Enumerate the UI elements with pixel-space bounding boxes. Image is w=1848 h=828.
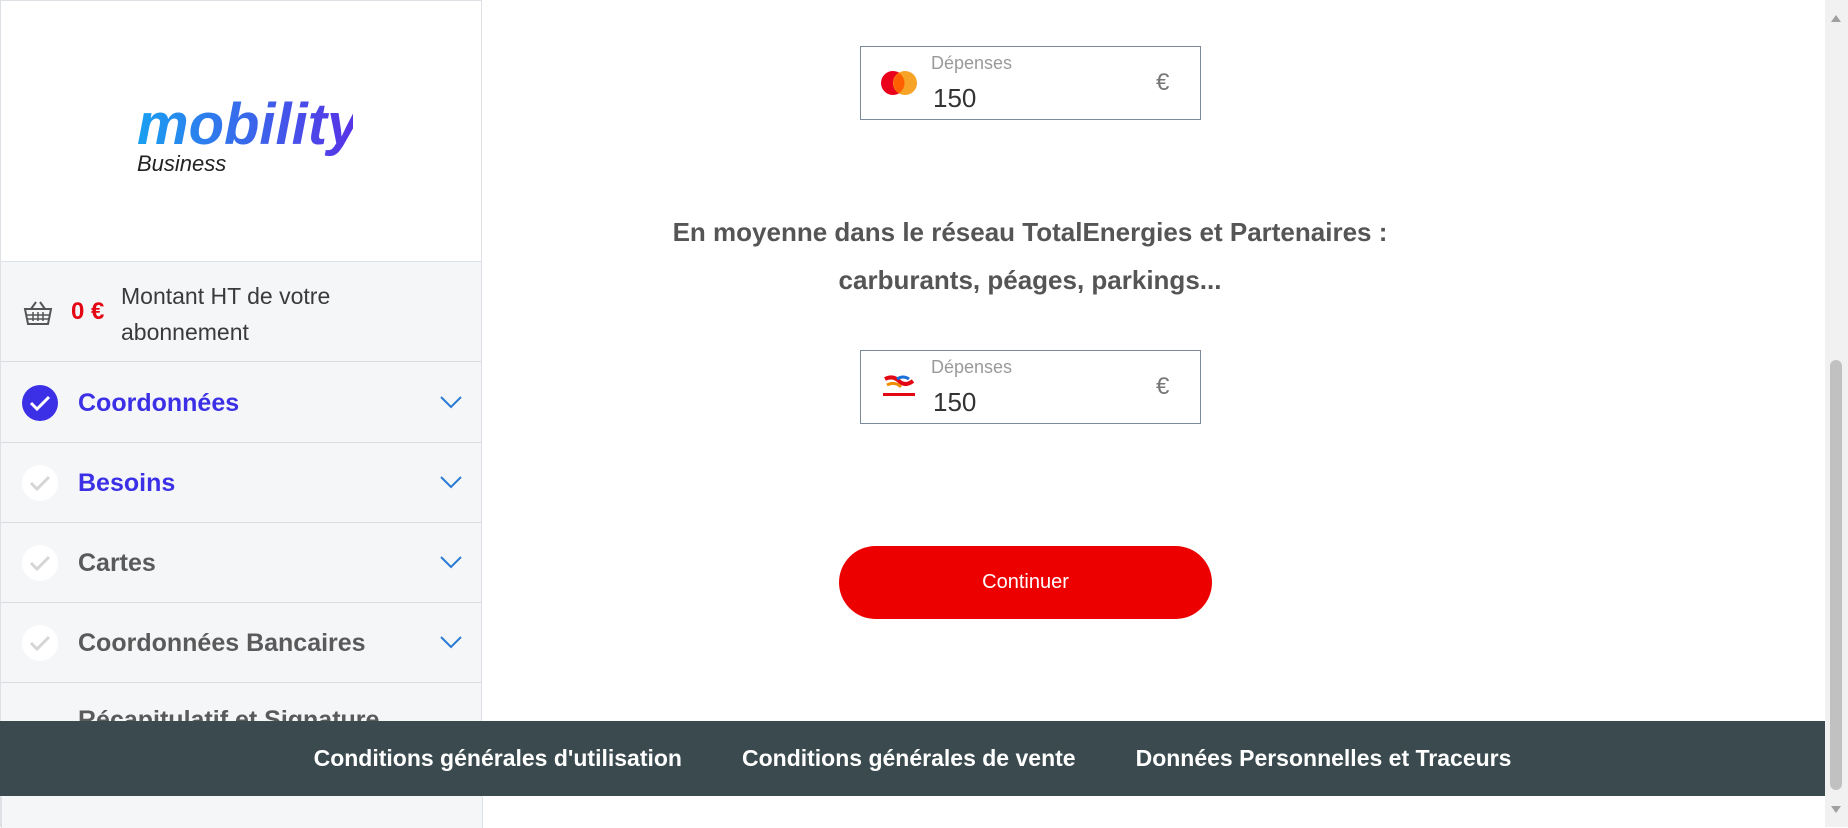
check-icon bbox=[22, 545, 58, 581]
network-average-text: En moyenne dans le réseau TotalEnergies … bbox=[620, 208, 1440, 304]
network-average-line2: carburants, péages, parkings... bbox=[838, 265, 1222, 295]
field-label: Dépenses bbox=[931, 357, 1013, 377]
chevron-down-icon bbox=[439, 555, 463, 574]
step-label: Coordonnées Bancaires bbox=[78, 629, 366, 657]
check-icon bbox=[22, 625, 58, 661]
basket-icon bbox=[23, 300, 53, 331]
network-spend-field[interactable]: Dépenses 150 € bbox=[860, 350, 1201, 424]
step-coordonnees[interactable]: Coordonnées bbox=[1, 363, 481, 443]
totalenergies-icon bbox=[879, 373, 919, 408]
step-coordonnees-bancaires[interactable]: Coordonnées Bancaires bbox=[1, 603, 481, 683]
logo-text-sub: Business bbox=[137, 151, 226, 176]
footer-link-privacy[interactable]: Données Personnelles et Traceurs bbox=[1136, 745, 1512, 772]
scroll-up-arrow-icon[interactable] bbox=[1830, 10, 1842, 28]
field-value[interactable]: 150 bbox=[933, 83, 976, 114]
scrollbar[interactable] bbox=[1825, 0, 1848, 827]
currency-symbol: € bbox=[1156, 69, 1170, 96]
continue-button[interactable]: Continuer bbox=[839, 546, 1212, 619]
check-icon bbox=[22, 385, 58, 421]
sidebar-bottom bbox=[1, 797, 483, 828]
subscription-amount: 0 € bbox=[71, 298, 105, 325]
step-label: Cartes bbox=[78, 549, 156, 577]
currency-symbol: € bbox=[1156, 373, 1170, 400]
subscription-summary: 0 € Montant HT de votre abonnement bbox=[1, 262, 481, 362]
field-label: Dépenses bbox=[931, 53, 1013, 73]
check-icon bbox=[22, 465, 58, 501]
chevron-down-icon bbox=[439, 475, 463, 494]
step-besoins[interactable]: Besoins bbox=[1, 443, 481, 523]
logo-container: mobility Business bbox=[1, 1, 481, 262]
footer-link-cgu[interactable]: Conditions générales d'utilisation bbox=[314, 745, 682, 772]
sidebar: mobility Business 0 € Montant HT de votr… bbox=[0, 0, 483, 828]
network-average-line1: En moyenne dans le réseau TotalEnergies … bbox=[672, 217, 1388, 247]
chevron-down-icon bbox=[439, 395, 463, 414]
subscription-amount-label: Montant HT de votre abonnement bbox=[121, 283, 331, 345]
chevron-down-icon bbox=[439, 635, 463, 654]
scroll-down-arrow-icon[interactable] bbox=[1830, 802, 1842, 820]
field-value[interactable]: 150 bbox=[933, 387, 976, 418]
step-cartes[interactable]: Cartes bbox=[1, 523, 481, 603]
footer: Conditions générales d'utilisation Condi… bbox=[0, 721, 1825, 796]
card-spend-field[interactable]: Dépenses 150 € bbox=[860, 46, 1201, 120]
scroll-thumb[interactable] bbox=[1830, 360, 1842, 790]
footer-link-cgv[interactable]: Conditions générales de vente bbox=[742, 745, 1076, 772]
logo-text-main: mobility bbox=[137, 92, 353, 157]
step-label: Besoins bbox=[78, 469, 176, 497]
step-recapitulatif[interactable]: Récapitulatif et Signature bbox=[1, 698, 481, 722]
mobility-business-logo: mobility Business bbox=[137, 92, 353, 176]
mastercard-icon bbox=[879, 69, 919, 102]
step-label: Coordonnées bbox=[78, 389, 240, 417]
step-label: Récapitulatif et Signature bbox=[78, 706, 380, 722]
